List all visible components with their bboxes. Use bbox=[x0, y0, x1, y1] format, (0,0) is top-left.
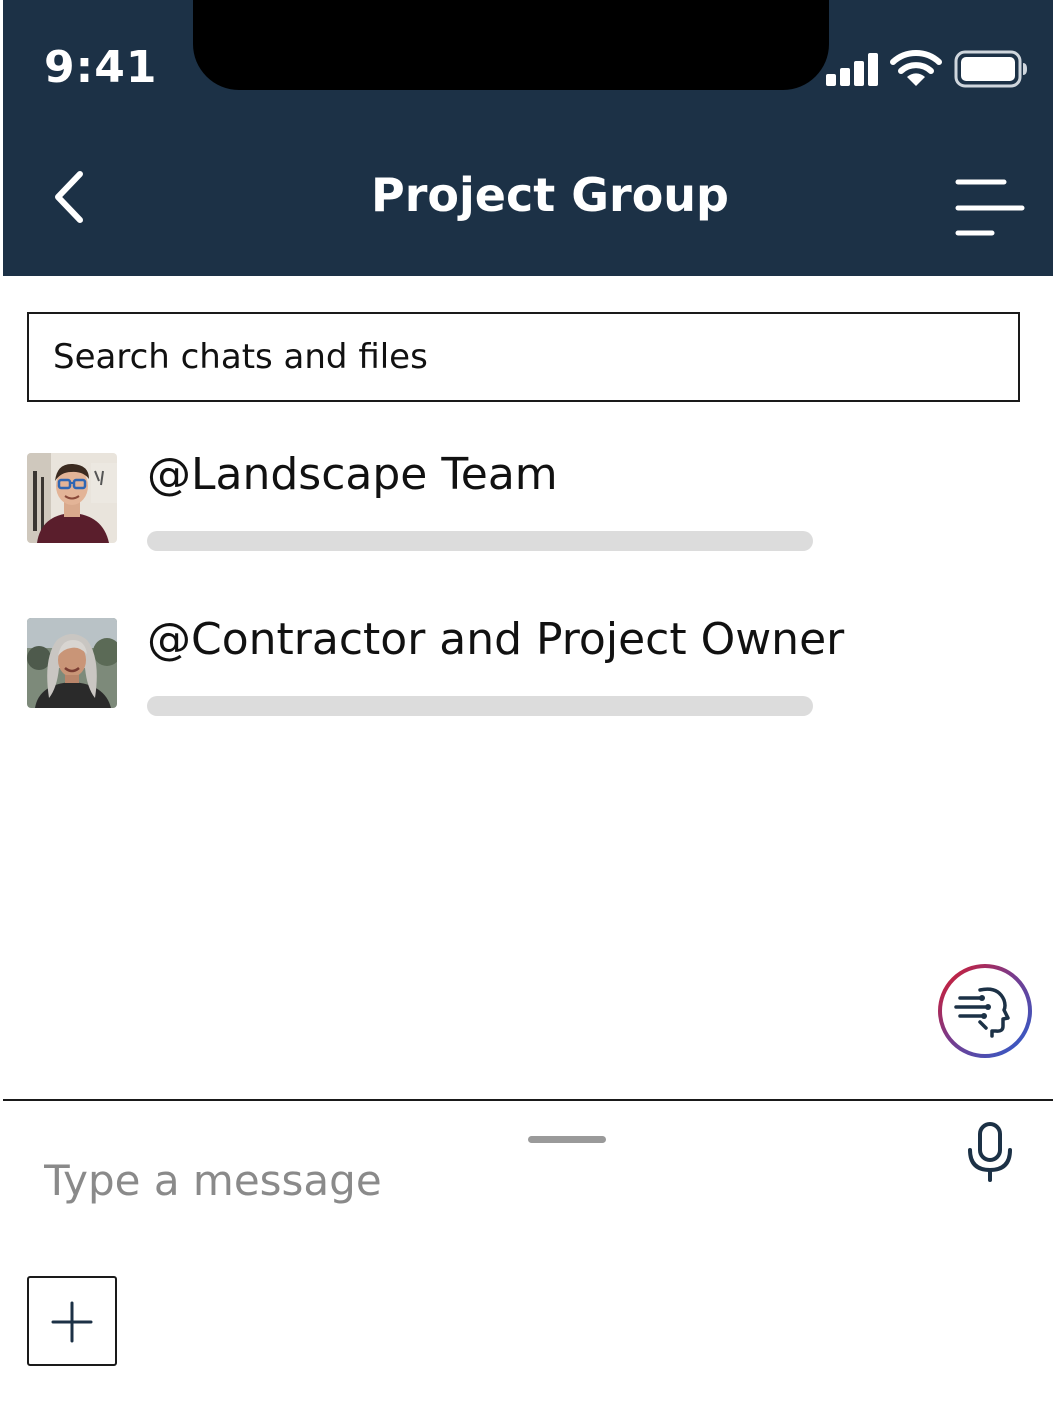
microphone-icon bbox=[968, 1122, 1012, 1182]
battery-icon bbox=[954, 50, 1027, 88]
microphone-button[interactable] bbox=[962, 1120, 1018, 1184]
message-preview-placeholder bbox=[147, 531, 813, 551]
search-input[interactable] bbox=[29, 314, 1018, 400]
message-preview-placeholder bbox=[147, 696, 813, 716]
back-button[interactable] bbox=[44, 168, 98, 226]
cellular-signal-icon bbox=[826, 52, 880, 86]
composer-divider bbox=[3, 1099, 1053, 1101]
status-time: 9:41 bbox=[44, 42, 158, 93]
avatar-photo-man-glasses bbox=[27, 453, 117, 543]
page-title: Project Group bbox=[371, 168, 729, 222]
add-attachment-button[interactable] bbox=[27, 1276, 117, 1366]
drag-handle[interactable] bbox=[528, 1136, 606, 1143]
message-box bbox=[44, 1148, 924, 1212]
device-notch bbox=[193, 0, 829, 90]
plus-icon bbox=[51, 1301, 93, 1343]
chat-name: @Contractor and Project Owner bbox=[147, 614, 845, 665]
wifi-icon bbox=[890, 50, 942, 86]
menu-button[interactable] bbox=[952, 176, 1028, 240]
avatar bbox=[27, 618, 117, 708]
assistant-button[interactable] bbox=[936, 962, 1034, 1060]
ai-head-icon bbox=[938, 964, 1032, 1058]
chevron-left-icon bbox=[55, 171, 83, 223]
chat-item-landscape-team[interactable]: @Landscape Team bbox=[27, 449, 907, 563]
message-input[interactable] bbox=[44, 1148, 924, 1212]
chat-item-contractor-and-project-owner[interactable]: @Contractor and Project Owner bbox=[27, 614, 907, 728]
avatar bbox=[27, 453, 117, 543]
avatar-photo-woman-gray-hair bbox=[27, 618, 117, 708]
chat-name: @Landscape Team bbox=[147, 449, 558, 500]
search-box bbox=[27, 312, 1020, 402]
menu-icon bbox=[955, 179, 1025, 236]
